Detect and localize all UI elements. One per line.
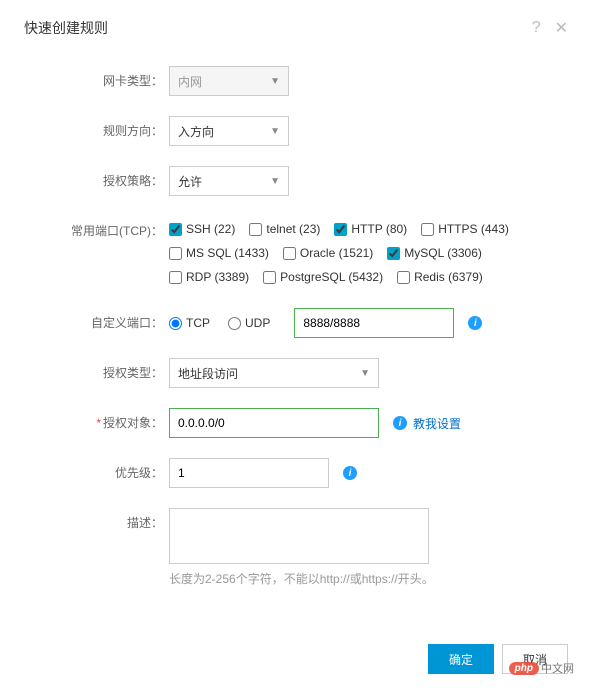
port-checkbox[interactable] [169,223,182,236]
label-auth-type: 授权类型： [24,358,169,381]
row-nic-type: 网卡类型： 内网 ▼ [24,66,568,96]
info-icon[interactable]: i [468,316,482,330]
radio-udp[interactable]: UDP [228,316,270,330]
port-checkbox-label: Oracle (1521) [300,246,373,260]
select-auth-policy[interactable]: 允许 ▼ [169,166,289,196]
select-auth-policy-value: 允许 [178,173,202,190]
dialog-footer: 确定 取消 [428,644,568,674]
select-nic-type-value: 内网 [178,73,202,90]
select-direction-value: 入方向 [178,123,214,140]
port-checkbox-item[interactable]: MS SQL (1433) [169,246,269,260]
port-checkbox[interactable] [283,247,296,260]
port-checkbox[interactable] [169,247,182,260]
select-auth-type[interactable]: 地址段访问 ▼ [169,358,379,388]
port-checkbox-item[interactable]: HTTPS (443) [421,222,509,236]
select-auth-type-value: 地址段访问 [178,365,238,382]
row-custom-port: 自定义端口： TCP UDP i [24,308,568,338]
textarea-description[interactable] [169,508,429,564]
port-checkbox[interactable] [421,223,434,236]
chevron-down-icon: ▼ [270,126,280,137]
cancel-button[interactable]: 取消 [502,644,568,674]
port-checkbox-label: HTTPS (443) [438,222,509,236]
port-checkbox-item[interactable]: SSH (22) [169,222,235,236]
header-actions: ? ✕ [532,18,568,38]
port-checkbox-label: telnet (23) [266,222,320,236]
port-checkbox-item[interactable]: telnet (23) [249,222,320,236]
port-checkbox-label: MySQL (3306) [404,246,482,260]
row-auth-type: 授权类型： 地址段访问 ▼ [24,358,568,388]
label-auth-policy: 授权策略： [24,166,169,189]
port-checkbox-item[interactable]: HTTP (80) [334,222,407,236]
input-custom-port[interactable] [294,308,454,338]
port-checkbox[interactable] [397,271,410,284]
label-common-ports: 常用端口(TCP)： [24,216,169,239]
ok-button[interactable]: 确定 [428,644,494,674]
port-checkbox-item[interactable]: RDP (3389) [169,270,249,284]
row-auth-policy: 授权策略： 允许 ▼ [24,166,568,196]
chevron-down-icon: ▼ [270,76,280,87]
checkbox-group-ports: SSH (22) telnet (23) HTTP (80) HTTPS (443) M… [169,216,568,284]
radio-tcp-input[interactable] [169,317,182,330]
radio-tcp[interactable]: TCP [169,316,210,330]
input-auth-object[interactable] [169,408,379,438]
label-custom-port: 自定义端口： [24,308,169,331]
input-priority[interactable] [169,458,329,488]
port-checkbox-item[interactable]: Oracle (1521) [283,246,373,260]
dialog-title: 快速创建规则 [24,18,108,38]
port-checkbox[interactable] [334,223,347,236]
label-auth-object-text: 授权对象： [103,416,163,430]
dialog-header: 快速创建规则 ? ✕ [24,18,568,38]
port-checkbox[interactable] [263,271,276,284]
port-checkbox-label: MS SQL (1433) [186,246,269,260]
chevron-down-icon: ▼ [270,176,280,187]
label-auth-object: *授权对象： [24,408,169,431]
label-nic-type: 网卡类型： [24,66,169,89]
radio-tcp-label: TCP [186,316,210,330]
label-priority: 优先级： [24,458,169,481]
row-priority: 优先级： i [24,458,568,488]
port-checkbox-label: SSH (22) [186,222,235,236]
close-icon[interactable]: ✕ [555,18,568,38]
select-nic-type: 内网 ▼ [169,66,289,96]
port-checkbox-item[interactable]: PostgreSQL (5432) [263,270,383,284]
radio-udp-label: UDP [245,316,270,330]
row-direction: 规则方向： 入方向 ▼ [24,116,568,146]
dialog-quick-create-rule: 快速创建规则 ? ✕ 网卡类型： 内网 ▼ 规则方向： 入方向 ▼ 授权策略： [0,0,592,605]
port-checkbox[interactable] [169,271,182,284]
select-direction[interactable]: 入方向 ▼ [169,116,289,146]
port-checkbox-item[interactable]: MySQL (3306) [387,246,482,260]
label-description: 描述： [24,508,169,531]
port-checkbox[interactable] [387,247,400,260]
link-help-me-set[interactable]: 教我设置 [413,415,461,432]
info-icon[interactable]: i [343,466,357,480]
row-auth-object: *授权对象： i 教我设置 [24,408,568,438]
label-direction: 规则方向： [24,116,169,139]
help-icon[interactable]: ? [532,19,541,37]
row-description: 描述： [24,508,568,564]
port-checkbox-label: Redis (6379) [414,270,483,284]
hint-description: 长度为2-256个字符，不能以http://或https://开头。 [169,570,568,587]
radio-udp-input[interactable] [228,317,241,330]
chevron-down-icon: ▼ [360,368,370,379]
port-checkbox-label: PostgreSQL (5432) [280,270,383,284]
port-checkbox-item[interactable]: Redis (6379) [397,270,483,284]
row-common-ports: 常用端口(TCP)： SSH (22) telnet (23) HTTP (80) H… [24,216,568,284]
radio-group-protocol: TCP UDP [169,316,270,330]
info-icon[interactable]: i [393,416,407,430]
port-checkbox-label: RDP (3389) [186,270,249,284]
port-checkbox-label: HTTP (80) [351,222,407,236]
port-checkbox[interactable] [249,223,262,236]
